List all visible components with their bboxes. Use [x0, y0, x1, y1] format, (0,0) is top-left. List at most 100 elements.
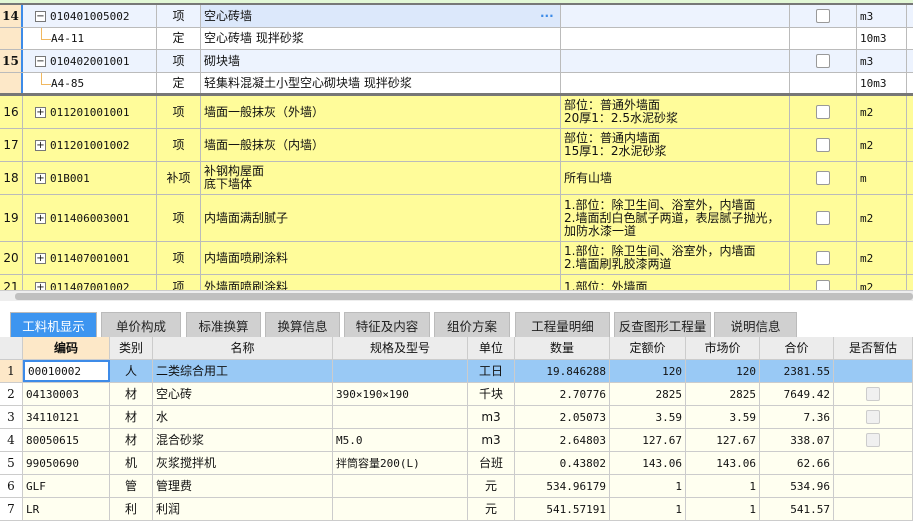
unit[interactable]: 工日: [468, 360, 515, 382]
quota-price[interactable]: 127.67: [610, 429, 686, 451]
quantity[interactable]: 19.846288: [515, 360, 610, 382]
column-header[interactable]: 数量: [515, 337, 610, 359]
table-row[interactable]: 4 80050615 材混合砂浆 M5.0 m3 2.64803 127.67 127.67 3…: [0, 429, 913, 452]
table-row[interactable]: 17 +011201001002 项墙面一般抹灰（内墙） 部位：普通内墙面 15厚1：…: [0, 129, 913, 162]
collapse-icon[interactable]: −: [35, 55, 46, 67]
quota-price[interactable]: 120: [610, 360, 686, 382]
horizontal-scrollbar[interactable]: [0, 290, 913, 301]
resource-code[interactable]: 99050690: [23, 452, 110, 474]
checkbox[interactable]: [816, 54, 830, 68]
table-row[interactable]: 20 +011407001001 项内墙面喷刷涂料 1.部位：除卫生间、浴室外，内墙面…: [0, 242, 913, 275]
table-row[interactable]: 7 LR 利利润元 541.57191 1 1 541.57: [0, 498, 913, 521]
resource-name[interactable]: 管理费: [153, 475, 333, 497]
expand-icon[interactable]: +: [35, 281, 46, 290]
collapse-icon[interactable]: −: [35, 10, 46, 22]
tab-2[interactable]: 标准换算: [186, 312, 261, 337]
column-header[interactable]: 定额价: [610, 337, 686, 359]
column-header[interactable]: 单位: [468, 337, 515, 359]
item-name[interactable]: 内墙面满刮腻子: [201, 195, 561, 241]
tab-1[interactable]: 单价构成: [101, 312, 181, 337]
spec-model[interactable]: [333, 406, 468, 428]
resource-type[interactable]: 机: [110, 452, 153, 474]
expand-icon[interactable]: +: [35, 139, 46, 151]
resource-code[interactable]: 00010002: [23, 360, 110, 382]
market-price[interactable]: 2825: [686, 383, 760, 405]
column-header[interactable]: 名称: [153, 337, 333, 359]
column-header[interactable]: 编码: [23, 337, 110, 359]
spec-model[interactable]: [333, 475, 468, 497]
resource-code[interactable]: 04130003: [23, 383, 110, 405]
resource-name[interactable]: 空心砖: [153, 383, 333, 405]
item-name[interactable]: 墙面一般抹灰（外墙）: [201, 96, 561, 128]
total-price[interactable]: 2381.55: [760, 360, 834, 382]
market-price[interactable]: 3.59: [686, 406, 760, 428]
resource-code[interactable]: GLF: [23, 475, 110, 497]
column-header[interactable]: 合价: [760, 337, 834, 359]
unit[interactable]: 元: [468, 475, 515, 497]
item-name[interactable]: 补钢构屋面 底下墙体: [201, 162, 561, 194]
tab-7[interactable]: 反查图形工程量: [614, 312, 711, 337]
checkbox[interactable]: [816, 171, 830, 185]
market-price[interactable]: 127.67: [686, 429, 760, 451]
column-header[interactable]: 类别: [110, 337, 153, 359]
table-row[interactable]: 15−010402001001 项砌块墙 m3: [0, 50, 913, 73]
table-row[interactable]: 16 +011201001001 项墙面一般抹灰（外墙） 部位：普通外墙面 20厚1：…: [0, 96, 913, 129]
table-row[interactable]: 1 00010002 人二类综合用工 工日 19.846288 120 120 2381.55: [0, 360, 913, 383]
quantity[interactable]: 0.43802: [515, 452, 610, 474]
table-row[interactable]: 6 GLF 管管理费元 534.96179 1 1 534.96: [0, 475, 913, 498]
quantity[interactable]: 2.70776: [515, 383, 610, 405]
quantity[interactable]: 534.96179: [515, 475, 610, 497]
table-row[interactable]: A4-11 定空心砖墙 现拌砂浆 10m3: [0, 28, 913, 50]
tab-3[interactable]: 换算信息: [265, 312, 340, 337]
spec-model[interactable]: 390×190×190: [333, 383, 468, 405]
resource-type[interactable]: 材: [110, 383, 153, 405]
resource-name[interactable]: 水: [153, 406, 333, 428]
checkbox[interactable]: [816, 105, 830, 119]
item-name[interactable]: 外墙面喷刷涂料: [201, 275, 561, 290]
item-name[interactable]: 砌块墙: [201, 50, 561, 72]
checkbox[interactable]: [816, 211, 830, 225]
ellipsis-icon[interactable]: ···: [540, 9, 554, 23]
resource-code[interactable]: LR: [23, 498, 110, 520]
resource-name[interactable]: 混合砂浆: [153, 429, 333, 451]
spec-model[interactable]: 拌筒容量200(L): [333, 452, 468, 474]
checkbox[interactable]: [816, 138, 830, 152]
market-price[interactable]: 1: [686, 475, 760, 497]
table-row[interactable]: 18 +01B001 补项 补钢构屋面 底下墙体 所有山墙 m: [0, 162, 913, 195]
resource-name[interactable]: 二类综合用工: [153, 360, 333, 382]
checkbox[interactable]: [816, 9, 830, 23]
unit[interactable]: 台班: [468, 452, 515, 474]
spec-model[interactable]: [333, 360, 468, 382]
spec-model[interactable]: M5.0: [333, 429, 468, 451]
scrollbar-thumb[interactable]: [15, 293, 913, 300]
tab-8[interactable]: 说明信息: [714, 312, 797, 337]
column-header[interactable]: 是否暂估: [834, 337, 913, 359]
item-name[interactable]: 空心砖墙 现拌砂浆: [201, 28, 561, 49]
resource-type[interactable]: 人: [110, 360, 153, 382]
quota-price[interactable]: 2825: [610, 383, 686, 405]
estimate-checkbox[interactable]: [866, 410, 880, 424]
quota-price[interactable]: 1: [610, 475, 686, 497]
resource-type[interactable]: 材: [110, 406, 153, 428]
expand-icon[interactable]: +: [35, 252, 46, 264]
expand-icon[interactable]: +: [35, 172, 46, 184]
item-name[interactable]: 轻集料混凝土小型空心砌块墙 现拌砂浆: [201, 73, 561, 93]
resource-type[interactable]: 管: [110, 475, 153, 497]
item-name[interactable]: 空心砖墙: [201, 5, 561, 27]
table-row[interactable]: 3 34110121 材水 m3 2.05073 3.59 3.59 7.36: [0, 406, 913, 429]
expand-icon[interactable]: +: [35, 106, 46, 118]
tab-6[interactable]: 工程量明细: [515, 312, 610, 337]
total-price[interactable]: 62.66: [760, 452, 834, 474]
tab-5[interactable]: 组价方案: [434, 312, 510, 337]
unit[interactable]: m3: [468, 406, 515, 428]
resource-code[interactable]: 34110121: [23, 406, 110, 428]
market-price[interactable]: 1: [686, 498, 760, 520]
item-name[interactable]: 墙面一般抹灰（内墙）: [201, 129, 561, 161]
market-price[interactable]: 120: [686, 360, 760, 382]
resource-code[interactable]: 80050615: [23, 429, 110, 451]
checkbox[interactable]: [816, 251, 830, 265]
unit[interactable]: 元: [468, 498, 515, 520]
table-row[interactable]: 14−010401005002 项空心砖墙 ··· m3: [0, 5, 913, 28]
total-price[interactable]: 338.07: [760, 429, 834, 451]
spec-model[interactable]: [333, 498, 468, 520]
